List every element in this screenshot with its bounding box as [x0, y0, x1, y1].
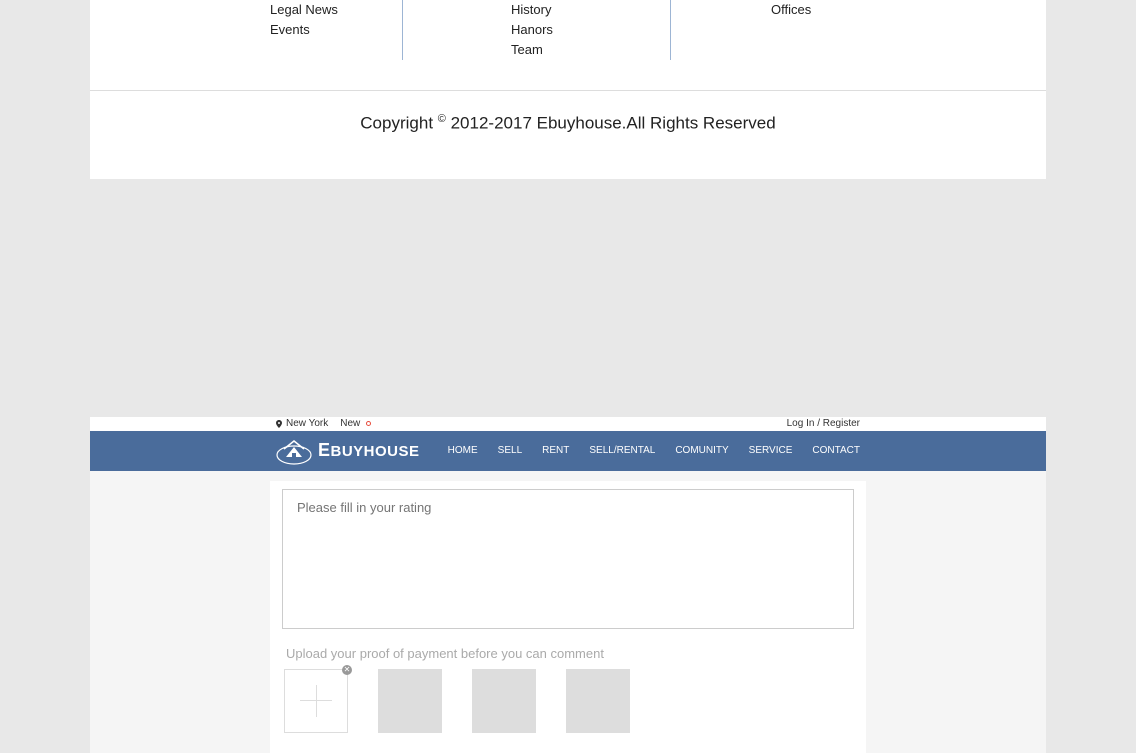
nav-service[interactable]: SERVICE [749, 445, 793, 456]
upload-slot-1[interactable] [378, 669, 442, 733]
footer-link-hanors[interactable]: Hanors [511, 20, 630, 40]
upload-add-button[interactable]: ✕ [284, 669, 348, 733]
topbar-left: New York New [276, 418, 371, 429]
footer-section: Legal News Events History Hanors Team Of… [90, 0, 1046, 179]
footer-link-team[interactable]: Team [511, 40, 630, 60]
login-register-link[interactable]: Log In / Register [787, 418, 860, 429]
upload-label: Upload your proof of payment before you … [286, 646, 854, 661]
logo[interactable]: EBUYHOUSE [276, 437, 420, 465]
footer-columns: Legal News Events History Hanors Team Of… [90, 0, 1046, 90]
second-page: New York New Log In / Register EBUYHOUSE [90, 417, 1046, 753]
nav-home[interactable]: HOME [448, 445, 478, 456]
nav-sell-rental[interactable]: SELL/RENTAL [589, 445, 655, 456]
nav-rent[interactable]: RENT [542, 445, 569, 456]
copyright-prefix: Copyright [360, 114, 437, 133]
page-gap [0, 179, 1136, 417]
copyright-symbol: © [438, 113, 446, 125]
footer-link-legal-news[interactable]: Legal News [270, 0, 362, 20]
upload-slot-2[interactable] [472, 669, 536, 733]
upload-slot-3[interactable] [566, 669, 630, 733]
copyright-suffix: 2012-2017 Ebuyhouse.All Rights Reserved [446, 114, 776, 133]
nav-contact[interactable]: CONTACT [812, 445, 860, 456]
footer-col-3: Offices [670, 0, 851, 60]
nav-links: HOME SELL RENT SELL/RENTAL COMUNITY SERV… [448, 445, 860, 456]
comment-card: Upload your proof of payment before you … [270, 481, 866, 753]
upload-row: ✕ [284, 669, 854, 733]
topbar: New York New Log In / Register [90, 417, 1046, 431]
footer-col-1: Legal News Events [90, 0, 402, 60]
location-text[interactable]: New York [286, 418, 328, 429]
nav-comunity[interactable]: COMUNITY [675, 445, 728, 456]
notification-dot-icon [366, 421, 371, 426]
nav-sell[interactable]: SELL [498, 445, 522, 456]
footer-link-events[interactable]: Events [270, 20, 362, 40]
close-icon[interactable]: ✕ [342, 665, 352, 675]
content-area: Upload your proof of payment before you … [90, 471, 1046, 753]
footer-col-2: History Hanors Team [402, 0, 670, 60]
navbar: EBUYHOUSE HOME SELL RENT SELL/RENTAL COM… [90, 431, 1046, 471]
new-label[interactable]: New [340, 418, 360, 429]
footer-link-offices[interactable]: Offices [771, 0, 811, 20]
rating-input[interactable] [282, 489, 854, 629]
location-pin-icon [276, 420, 282, 428]
copyright-text: Copyright © 2012-2017 Ebuyhouse.All Righ… [90, 91, 1046, 134]
footer-link-history[interactable]: History [511, 0, 630, 20]
logo-text: EBUYHOUSE [318, 440, 420, 461]
logo-icon [276, 437, 312, 465]
